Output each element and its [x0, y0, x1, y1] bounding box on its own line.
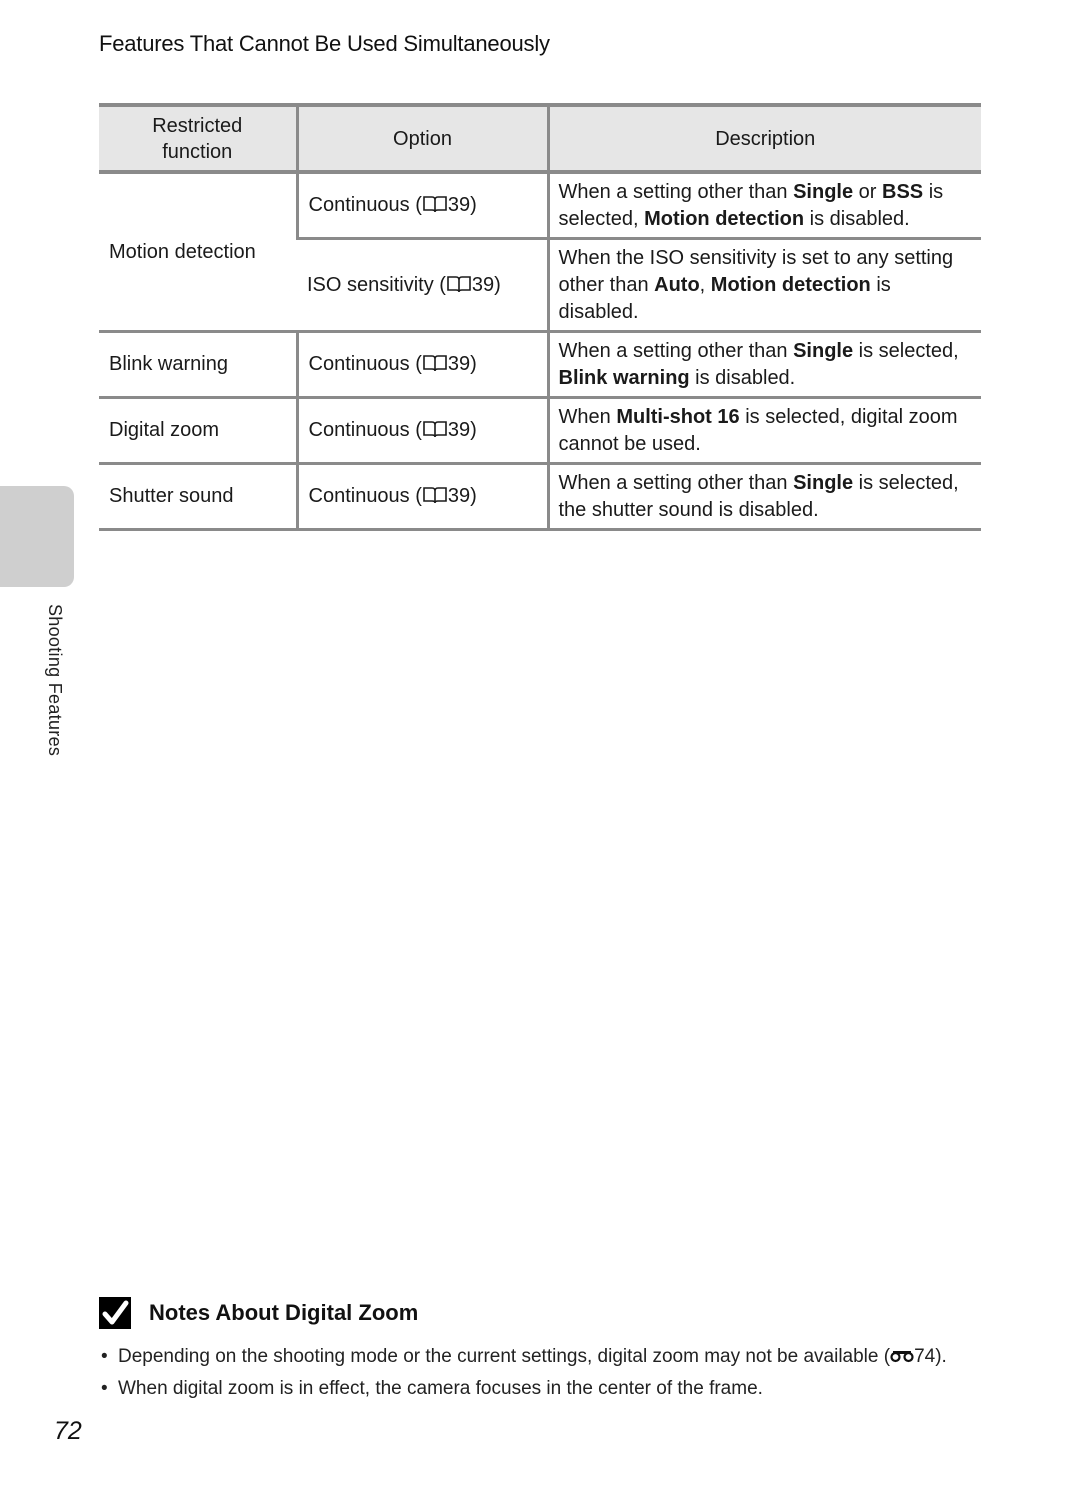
cell-option: Continuous ( 39)	[295, 397, 548, 465]
option-label: ISO sensitivity (	[307, 273, 446, 296]
description-text: ,	[699, 273, 711, 296]
note-item: • When digital zoom is in effect, the cam…	[99, 1375, 979, 1402]
chapter-tab	[0, 486, 74, 587]
description-text: When a setting other than	[558, 471, 794, 494]
setting-name: Motion detection	[644, 207, 805, 230]
cell-description: When the ISO sensitivity is set to any s…	[546, 238, 981, 333]
table-row: Digital zoom Continuous ( 39) When Multi-sh…	[99, 397, 981, 465]
header-description: Description	[546, 103, 981, 174]
setting-name: Single	[793, 471, 854, 494]
page-number: 72	[54, 1417, 82, 1445]
cell-description: When a setting other than Single is sele…	[546, 463, 981, 531]
book-reference-icon	[422, 485, 448, 507]
note-text: Depending on the shooting mode or the cu…	[118, 1346, 891, 1367]
binoculars-reference-icon	[890, 1346, 914, 1367]
notes-header: Notes About Digital Zoom	[99, 1293, 979, 1333]
description-text: When a setting other than	[558, 180, 794, 203]
cell-option: Continuous ( 39)	[295, 463, 548, 531]
table-row: Motion detection Continuous ( 39) When a se…	[99, 172, 981, 333]
description-text: When a setting other than	[558, 339, 794, 362]
option-label: Continuous (	[308, 485, 422, 507]
table-body: Motion detection Continuous ( 39) When a se…	[99, 172, 981, 531]
header-option: Option	[295, 103, 548, 174]
page-reference: 39)	[447, 485, 477, 507]
note-item: • Depending on the shooting mode or the c…	[99, 1343, 979, 1370]
bullet-icon: •	[101, 1378, 108, 1399]
table-header-row: Restricted function Option Description	[99, 103, 981, 174]
description-text: is disabled.	[804, 207, 910, 230]
page-reference: 39)	[471, 273, 501, 296]
cell-restricted-function: Digital zoom	[99, 397, 297, 465]
table-row: Blink warning Continuous ( 39) When a setti…	[99, 331, 981, 399]
setting-name: Single	[793, 339, 854, 362]
setting-name: BSS	[882, 180, 924, 203]
cell-restricted-function: Motion detection	[99, 172, 297, 333]
book-reference-icon	[446, 274, 472, 296]
cell-option: Continuous ( 39)	[295, 172, 548, 240]
setting-name: Motion detection	[710, 273, 871, 296]
option-label: Continuous (	[308, 194, 422, 216]
cell-restricted-function: Shutter sound	[99, 463, 297, 531]
setting-name: Multi-shot 16	[616, 405, 740, 428]
table-row: Shutter sound Continuous ( 39) When a setti…	[99, 463, 981, 531]
book-reference-icon	[422, 194, 448, 216]
description-text: When	[558, 405, 617, 428]
book-reference-icon	[422, 353, 448, 375]
cell-option: Continuous ( 39)	[295, 331, 548, 399]
header-restricted-function: Restricted function	[99, 103, 297, 174]
setting-name: Single	[793, 180, 854, 203]
notes-list: • Depending on the shooting mode or the c…	[99, 1343, 979, 1402]
note-page-reference: 74).	[914, 1346, 947, 1367]
cell-description: When a setting other than Single or BSS …	[546, 172, 981, 240]
book-reference-icon	[422, 419, 448, 441]
note-text: When digital zoom is in effect, the came…	[118, 1378, 763, 1399]
section-title: Features That Cannot Be Used Simultaneou…	[99, 31, 550, 56]
notes-title: Notes About Digital Zoom	[149, 1300, 419, 1325]
option-label: Continuous (	[308, 353, 422, 375]
option-label: Continuous (	[308, 419, 422, 441]
page-reference: 39)	[447, 419, 477, 441]
checkbox-check-icon	[99, 1297, 131, 1329]
cell-option: ISO sensitivity ( 39)	[297, 238, 548, 333]
setting-name: Blink warning	[558, 366, 690, 389]
features-table: Restricted function Option Description M…	[99, 103, 981, 531]
chapter-label: Shooting Features	[45, 604, 65, 757]
description-text: is disabled.	[689, 366, 796, 389]
bullet-icon: •	[101, 1346, 108, 1367]
description-text: or	[853, 180, 883, 203]
cell-description: When a setting other than Single is sele…	[546, 331, 981, 399]
setting-name: Auto	[654, 273, 700, 296]
cell-restricted-function: Blink warning	[99, 331, 297, 399]
cell-description: When Multi-shot 16 is selected, digital …	[546, 397, 981, 465]
page-reference: 39)	[447, 194, 477, 216]
page-reference: 39)	[447, 353, 477, 375]
notes-section: Notes About Digital Zoom • Depending on t…	[99, 1293, 979, 1407]
description-text: is selected,	[853, 339, 959, 362]
